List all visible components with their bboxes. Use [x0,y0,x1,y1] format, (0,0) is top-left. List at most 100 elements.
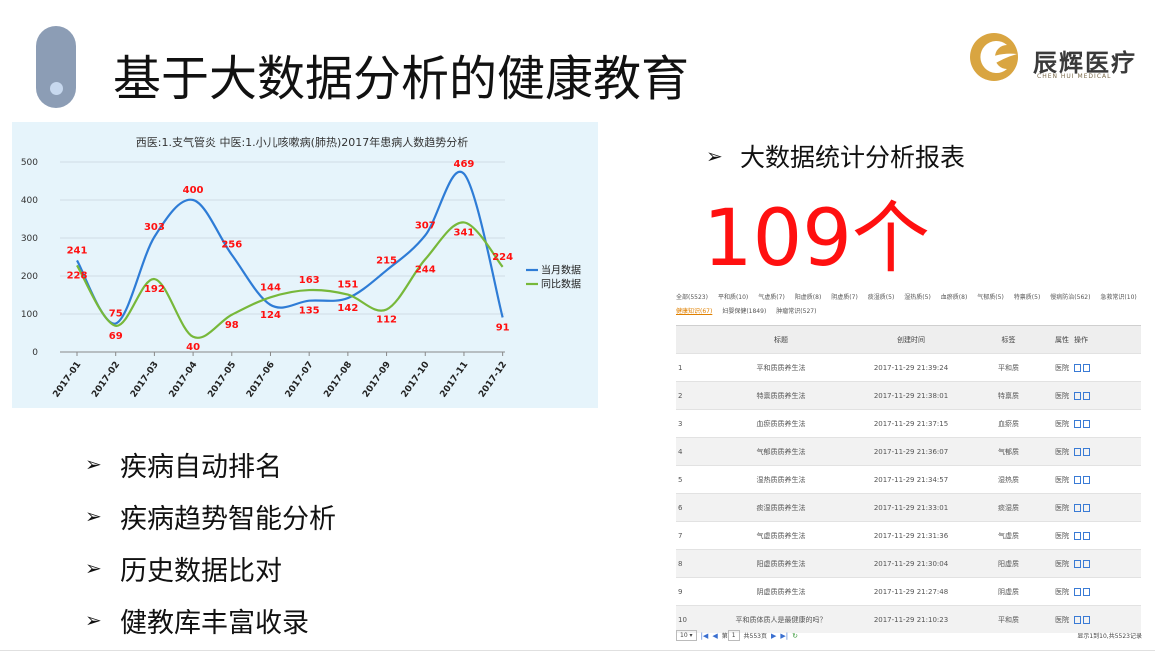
y-tick-label: 500 [21,158,38,168]
view-icon[interactable] [1083,615,1090,624]
table-row[interactable]: 1 平和质质养生法 2017-11-29 21:39:24 平和质 医院 [676,353,1141,382]
row-tag: 血瘀质 [966,409,1051,438]
view-icon[interactable] [1083,503,1090,512]
data-label: 163 [299,275,320,286]
page-number-input[interactable]: 1 [727,630,740,641]
row-title[interactable]: 特禀质质养生法 [706,381,856,410]
row-tag: 平和质 [966,605,1051,633]
filter-link[interactable]: 痰湿质(5) [868,292,895,304]
row-title[interactable]: 气郁质质养生法 [706,437,856,466]
edit-icon[interactable] [1074,447,1081,456]
x-tick-label: 2017-07 [284,360,316,400]
edit-icon[interactable] [1074,503,1081,512]
row-title[interactable]: 湿热质质养生法 [706,465,856,494]
column-header[interactable]: 标签 [966,325,1051,354]
bullet-item: ➢ 历史数据比对 [85,542,336,594]
filter-link[interactable]: 平和质(10) [718,292,748,304]
row-tag: 特禀质 [966,381,1051,410]
table-row[interactable]: 5 湿热质质养生法 2017-11-29 21:34:57 湿热质 医院 [676,465,1141,494]
edit-icon[interactable] [1074,363,1081,372]
edit-icon[interactable] [1074,531,1081,540]
table-row[interactable]: 8 阳虚质质养生法 2017-11-29 21:30:04 阳虚质 医院 [676,549,1141,578]
bottom-divider [0,650,1155,651]
row-attribute: 医院 [1051,353,1073,382]
edit-icon[interactable] [1074,391,1081,400]
edit-icon[interactable] [1074,559,1081,568]
row-attribute: 医院 [1051,381,1073,410]
filter-link[interactable]: 慢病防治(562) [1050,292,1090,304]
first-page-icon[interactable]: |◀ [701,632,709,640]
row-created-time: 2017-11-29 21:39:24 [856,353,966,382]
view-icon[interactable] [1083,419,1090,428]
x-tick-label: 2017-05 [206,360,238,400]
filter-link[interactable]: 肿瘤常识(527) [776,306,816,318]
arrow-bullet-icon: ➢ [706,144,723,168]
column-header[interactable]: 标题 [706,325,856,354]
edit-icon[interactable] [1074,615,1081,624]
row-created-time: 2017-11-29 21:37:15 [856,409,966,438]
row-title[interactable]: 阳虚质质养生法 [706,549,856,578]
prev-page-icon[interactable]: ◀ [712,632,717,640]
filter-link[interactable]: 阳虚质(8) [795,292,822,304]
table-row[interactable]: 9 阴虚质质养生法 2017-11-29 21:27:48 阴虚质 医院 [676,577,1141,606]
table-row[interactable]: 10 平和质体质人是最健康的吗？ 2017-11-29 21:10:23 平和质 医院 [676,605,1141,633]
data-label: 135 [299,306,320,317]
column-header[interactable]: 创建时间 [856,325,966,354]
view-icon[interactable] [1083,447,1090,456]
data-label: 303 [144,222,165,233]
y-tick-label: 100 [21,310,38,320]
filter-link[interactable]: 气虚质(7) [758,292,785,304]
row-actions [1073,409,1141,438]
table-row[interactable]: 2 特禀质质养生法 2017-11-29 21:38:01 特禀质 医院 [676,381,1141,410]
row-title[interactable]: 平和质质养生法 [706,353,856,382]
table-row[interactable]: 4 气郁质质养生法 2017-11-29 21:36:07 气郁质 医院 [676,437,1141,466]
row-attribute: 医院 [1051,521,1073,550]
row-title[interactable]: 气虚质质养生法 [706,521,856,550]
last-page-icon[interactable]: ▶| [780,632,788,640]
refresh-icon[interactable]: ↻ [792,632,798,640]
table-row[interactable]: 7 气虚质质养生法 2017-11-29 21:31:36 气虚质 医院 [676,521,1141,550]
row-index: 10 [676,605,706,633]
edit-icon[interactable] [1074,475,1081,484]
filter-link-active[interactable]: 健康知识(67) [676,306,712,318]
slide-title: 基于大数据分析的健康教育 [113,51,690,107]
filter-link[interactable]: 全部(5523) [676,292,708,304]
view-icon[interactable] [1083,363,1090,372]
legend-label: 当月数据 [541,264,581,277]
page-size-value: 10 [680,632,688,639]
table-row[interactable]: 3 血瘀质质养生法 2017-11-29 21:37:15 血瘀质 医院 [676,409,1141,438]
row-tag: 气郁质 [966,437,1051,466]
view-icon[interactable] [1083,587,1090,596]
table-row[interactable]: 6 痰湿质质养生法 2017-11-29 21:33:01 痰湿质 医院 [676,493,1141,522]
filter-link[interactable]: 湿热质(5) [904,292,931,304]
series-line-yoy [76,221,504,339]
view-icon[interactable] [1083,391,1090,400]
table-header-row: 标题 创建时间 标签 属性 操作 [676,325,1141,354]
row-title[interactable]: 痰湿质质养生法 [706,493,856,522]
view-icon[interactable] [1083,531,1090,540]
view-icon[interactable] [1083,475,1090,484]
row-title[interactable]: 平和质体质人是最健康的吗？ [706,605,856,633]
report-heading-text: 大数据统计分析报表 [740,143,966,172]
filter-link[interactable]: 急救常识(10) [1100,292,1136,304]
filter-link[interactable]: 气郁质(5) [977,292,1004,304]
filter-link[interactable]: 特禀质(5) [1014,292,1041,304]
filter-link[interactable]: 阴虚质(7) [831,292,858,304]
data-label: 241 [67,245,88,256]
bullet-item: ➢ 疾病趋势智能分析 [85,490,336,542]
data-label: 151 [337,280,358,291]
data-label: 112 [376,314,397,325]
column-header[interactable]: 属性 [1051,325,1073,354]
next-page-icon[interactable]: ▶ [771,632,776,640]
filter-link[interactable]: 妇婴保健(1849) [722,306,766,318]
x-tick-label: 2017-02 [90,360,122,400]
view-icon[interactable] [1083,559,1090,568]
filter-link[interactable]: 血瘀质(8) [941,292,968,304]
edit-icon[interactable] [1074,419,1081,428]
row-attribute: 医院 [1051,549,1073,578]
row-created-time: 2017-11-29 21:36:07 [856,437,966,466]
edit-icon[interactable] [1074,587,1081,596]
row-title[interactable]: 阴虚质质养生法 [706,577,856,606]
page-size-select[interactable]: 10 ▾ [676,630,697,641]
row-title[interactable]: 血瘀质质养生法 [706,409,856,438]
